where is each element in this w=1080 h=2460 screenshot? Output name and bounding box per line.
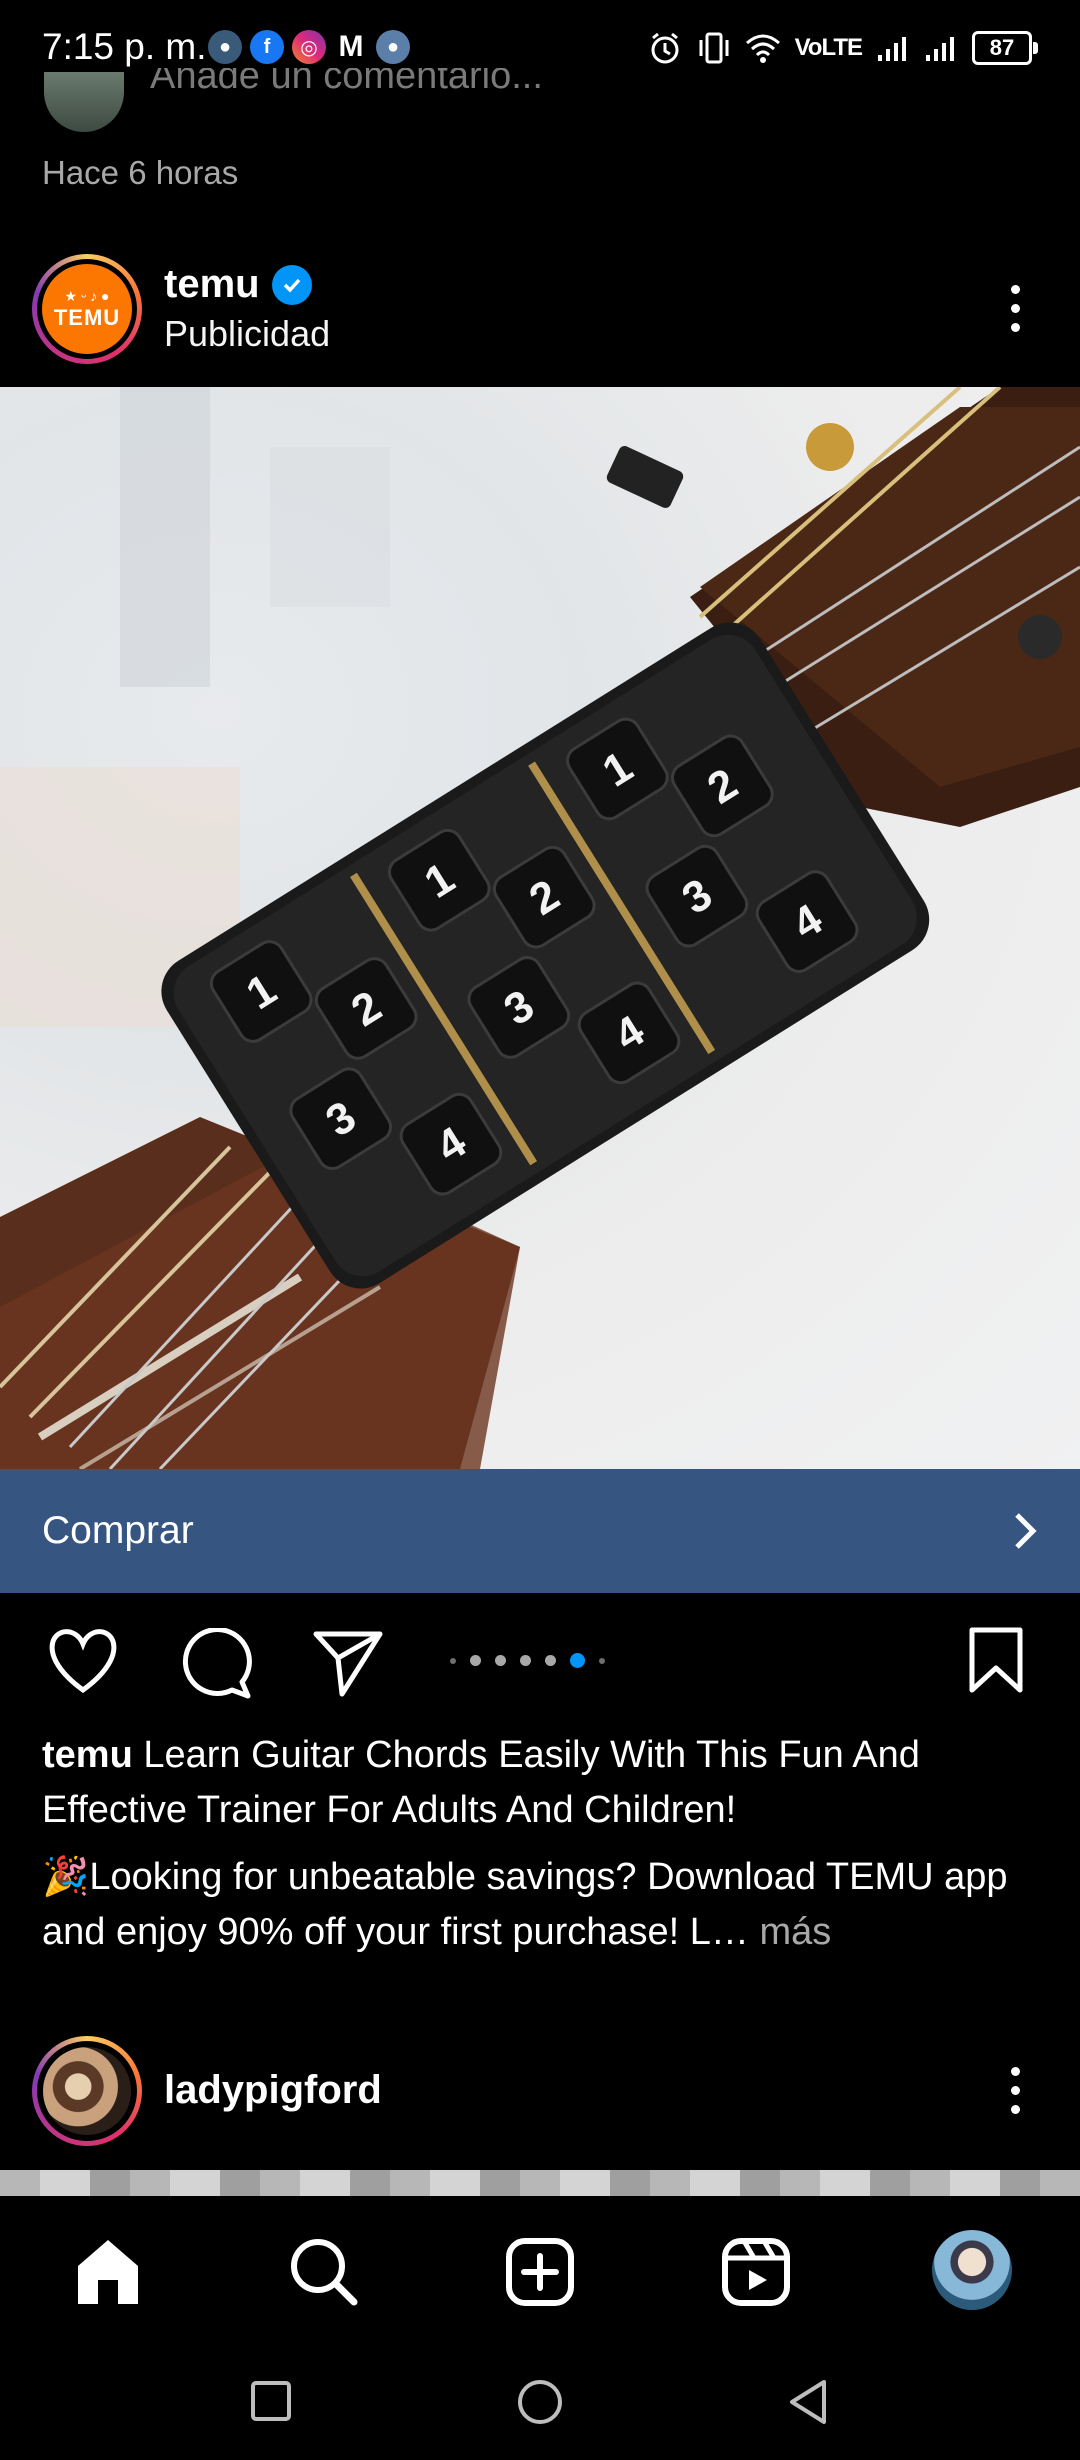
share-send-icon[interactable] [312, 1628, 384, 1698]
story-ring[interactable]: ★ ᵕ ♪ ● TEMU [32, 254, 142, 364]
post-time-ago: Hace 6 horas [42, 154, 239, 191]
temu-logo-mark: ★ ᵕ ♪ ● [64, 287, 110, 304]
caption-line2: Looking for unbeatable savings? Download… [42, 1856, 1008, 1953]
app-notification-icon: ● [208, 30, 242, 64]
comment-icon[interactable] [180, 1628, 252, 1700]
post-image[interactable]: 1234 1234 1234 [0, 387, 1080, 1469]
volte-label: VoLTE [794, 34, 863, 61]
gmail-icon: M [338, 30, 364, 63]
save-bookmark-icon[interactable] [966, 1626, 1026, 1696]
battery-indicator: 87 [972, 31, 1038, 65]
party-popper-emoji: 🎉 [42, 1856, 90, 1898]
caption-ellipsis: … [710, 1911, 749, 1953]
home-icon[interactable] [70, 2236, 146, 2308]
caption-more-link[interactable]: más [749, 1911, 831, 1953]
caption-username[interactable]: temu [42, 1734, 133, 1776]
next-post-image-edge [0, 2170, 1080, 2198]
carousel-dot [470, 1655, 481, 1666]
carousel-dot-active [570, 1653, 585, 1668]
carousel-indicator [450, 1653, 605, 1668]
reels-icon[interactable] [720, 2236, 792, 2308]
ladypigford-avatar [43, 2047, 131, 2135]
battery-level: 87 [989, 35, 1015, 60]
carousel-dot [545, 1655, 556, 1666]
post-caption-continued: 🎉Looking for unbeatable savings? Downloa… [42, 1850, 1052, 1960]
status-system-icons: VoLTE 87 [647, 30, 1038, 66]
story-ring[interactable] [32, 2036, 142, 2146]
vibrate-icon [699, 32, 729, 64]
search-icon[interactable] [288, 2236, 360, 2308]
like-heart-icon[interactable] [46, 1626, 120, 1696]
carousel-dot [599, 1657, 605, 1664]
temu-avatar: ★ ᵕ ♪ ● TEMU [42, 264, 132, 354]
carousel-dot [450, 1657, 456, 1664]
facebook-icon: f [250, 30, 284, 64]
carousel-dot [520, 1655, 531, 1666]
post-caption: temu Learn Guitar Chords Easily With Thi… [42, 1728, 1042, 1838]
cta-label: Comprar [42, 1509, 194, 1552]
signal-icon [926, 37, 954, 61]
chevron-right-icon [1015, 1513, 1037, 1549]
recent-apps-icon[interactable] [250, 2380, 292, 2422]
post-username[interactable]: temu [164, 262, 260, 307]
verified-badge-icon [271, 264, 312, 305]
signal-icon [878, 37, 906, 61]
more-options-icon[interactable] [1009, 285, 1021, 332]
back-icon[interactable] [786, 2378, 830, 2426]
status-notification-icons: ● f ◎ M ● [208, 30, 410, 64]
profile-avatar[interactable] [932, 2230, 1012, 2310]
alarm-icon [651, 32, 679, 64]
wifi-icon [745, 34, 780, 63]
app-notification-icon: ● [376, 30, 410, 64]
instagram-icon: ◎ [292, 30, 326, 64]
comment-avatar [44, 72, 124, 132]
more-options-icon[interactable] [1009, 2067, 1021, 2114]
next-post-username[interactable]: ladypigford [164, 2068, 382, 2113]
create-icon[interactable] [504, 2236, 576, 2308]
temu-logo-text: TEMU [53, 304, 121, 330]
sponsored-label: Publicidad [164, 313, 331, 354]
carousel-dot [495, 1655, 506, 1666]
shop-now-cta[interactable]: Comprar [0, 1469, 1080, 1593]
caption-text: Learn Guitar Chords Easily With This Fun… [42, 1734, 920, 1831]
comment-input-placeholder[interactable]: Añade un comentario... [150, 68, 543, 112]
status-time: 7:15 p. m. [42, 26, 207, 67]
home-circle-icon[interactable] [516, 2378, 564, 2426]
